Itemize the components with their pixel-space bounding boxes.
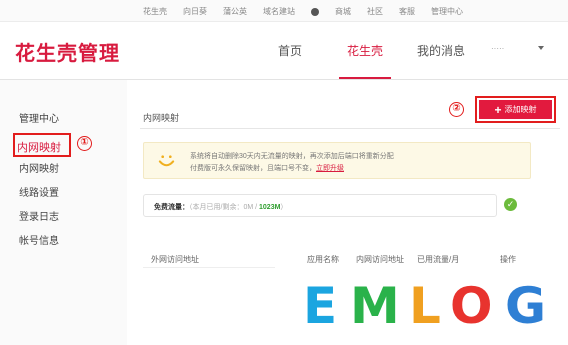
add-button-highlight: + 添加映射 [475, 96, 556, 123]
nav-home[interactable]: 首页 [278, 42, 302, 59]
col-actions: 操作 [500, 255, 516, 264]
sidebar-heading: 管理中心 [19, 114, 59, 125]
watermark-letter-m: M [350, 277, 400, 335]
user-account-name[interactable]: ····· [491, 44, 504, 53]
nav-messages[interactable]: 我的消息 [417, 42, 465, 59]
top-link-admin[interactable]: 管理中心 [431, 6, 463, 17]
col-external-address: 外网访问地址 [151, 255, 199, 264]
watermark-letter-e: E [303, 277, 338, 335]
traffic-close-paren: ） [280, 204, 288, 211]
notice-banner: 系统将自动删除30天内无流量的映射，再次添加后端口将重新分配 付费版可永久保留映… [143, 142, 531, 179]
top-links: 花生壳 向日葵 蒲公英 域名建站 商城 社区 客服 管理中心 [143, 6, 479, 17]
emlog-watermark: E M L O G [275, 267, 568, 345]
top-link-oray[interactable]: 花生壳 [143, 6, 167, 17]
col-internal-address: 内网访问地址 [356, 255, 404, 264]
free-traffic-box: 免费流量：（本月已用/剩余：0M / 1023M） [143, 194, 497, 217]
sidebar-item-port-mapping-highlighted[interactable]: 内网映射 [13, 133, 71, 157]
annotation-marker-2: ② [449, 102, 464, 117]
top-utility-bar: 花生壳 向日葵 蒲公英 域名建站 商城 社区 客服 管理中心 [0, 0, 568, 22]
add-mapping-button[interactable]: + 添加映射 [479, 100, 552, 119]
app-logo[interactable]: 花生壳管理 [15, 37, 120, 66]
upgrade-now-link[interactable]: 立即升级 [316, 165, 344, 172]
notice-line-2: 付费版可永久保留映射，且端口号不变，立即升级 [190, 163, 344, 173]
sidebar-item-login-log[interactable]: 登录日志 [19, 208, 59, 223]
traffic-label: 免费流量： [154, 204, 189, 211]
top-link-store[interactable]: 商城 [335, 6, 351, 17]
check-icon: ✓ [504, 198, 517, 211]
main-header: 花生壳管理 首页 花生壳 我的消息 ····· [0, 22, 568, 80]
nav-oray-active[interactable]: 花生壳 [347, 42, 383, 59]
sidebar-item-port-mapping[interactable]: 内网映射 [19, 160, 59, 175]
watermark-letter-l: L [409, 277, 441, 335]
traffic-detail: （本月已用/剩余：0M / [189, 204, 260, 211]
top-link-support[interactable]: 客服 [399, 6, 415, 17]
watermark-letter-g: G [505, 277, 547, 335]
annotation-marker-1: ① [77, 136, 92, 151]
top-link-sunlogin[interactable]: 向日葵 [183, 6, 207, 17]
add-mapping-label: 添加映射 [504, 105, 537, 114]
traffic-total: 1023M [259, 204, 281, 211]
page-title: 内网映射 [143, 113, 180, 123]
top-link-domain[interactable]: 域名建站 [263, 6, 295, 17]
top-link-pgy[interactable]: 蒲公英 [223, 6, 247, 17]
notice-line-1: 系统将自动删除30天内无流量的映射，再次添加后端口将重新分配 [190, 153, 394, 160]
smile-icon [158, 155, 175, 167]
col-traffic-used: 已用流量/月 [417, 255, 460, 264]
plus-icon: + [494, 102, 502, 117]
sidebar-item-line-settings[interactable]: 线路设置 [19, 184, 59, 199]
sidebar-item-account-info[interactable]: 帐号信息 [19, 232, 59, 247]
chevron-down-icon[interactable] [538, 46, 544, 50]
top-link-community[interactable]: 社区 [367, 6, 383, 17]
title-divider [140, 128, 560, 129]
free-traffic-text: 免费流量：（本月已用/剩余：0M / 1023M） [154, 202, 287, 212]
app-circle-icon[interactable] [311, 7, 319, 16]
active-nav-underline [339, 77, 391, 79]
notice-line-2-text: 付费版可永久保留映射，且端口号不变， [190, 165, 316, 172]
watermark-letter-o: O [450, 277, 493, 335]
mapping-table-header: 外网访问地址 应用名称 内网访问地址 已用流量/月 操作 [143, 246, 532, 268]
col-app-name: 应用名称 [307, 255, 339, 264]
